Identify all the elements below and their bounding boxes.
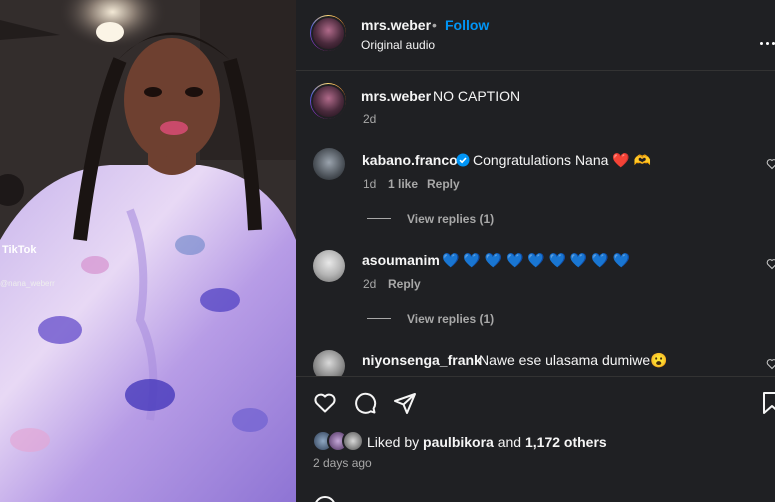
view-replies-button[interactable]: View replies (1) — [407, 312, 494, 326]
verified-badge-icon — [456, 153, 470, 167]
post-header: mrs.weber • Follow Original audio — [296, 0, 775, 71]
comment-text: Nawe ese ulasama dumiwe😮 — [479, 352, 668, 368]
comment-like-heart-icon[interactable] — [766, 258, 775, 270]
audio-label[interactable]: Original audio — [361, 38, 435, 52]
caption-author-avatar[interactable] — [310, 83, 346, 119]
emoji-icon[interactable] — [313, 495, 337, 502]
post-media[interactable]: TikTok @nana_weberr — [0, 0, 296, 502]
comment-likes[interactable]: 1 like — [388, 177, 418, 191]
comment-icon[interactable] — [353, 391, 377, 415]
share-icon[interactable] — [393, 391, 417, 415]
comment-avatar[interactable] — [313, 148, 345, 180]
comment-avatar[interactable] — [313, 250, 345, 282]
caption-username[interactable]: mrs.weber — [361, 88, 431, 104]
likes-user[interactable]: paulbikora — [423, 434, 494, 450]
comment-like-heart-icon[interactable] — [766, 158, 775, 170]
post-details-panel: mrs.weber • Follow Original audio mrs.we… — [296, 0, 775, 502]
follow-button[interactable]: Follow — [445, 17, 489, 33]
view-replies-button[interactable]: View replies (1) — [407, 212, 494, 226]
caption-time: 2d — [363, 112, 377, 126]
tiktok-watermark-user: @nana_weberr — [0, 279, 55, 288]
heart-icon[interactable] — [313, 391, 337, 415]
replies-line — [367, 218, 391, 219]
comment-text: Congratulations Nana ❤️ 🫶 — [473, 152, 652, 168]
comment-like-heart-icon[interactable] — [766, 358, 775, 370]
likes-prefix: Liked by — [367, 434, 420, 450]
replies-line — [367, 318, 391, 319]
post-time: 2 days ago — [313, 456, 372, 470]
likes-summary: Liked by paulbikora and 1,172 others — [367, 434, 607, 450]
comment-username[interactable]: niyonsenga_frank — [362, 352, 482, 368]
comment-time: 2d — [363, 277, 377, 291]
reply-button[interactable]: Reply — [427, 177, 460, 191]
comment-username[interactable]: kabano.franco — [362, 152, 458, 168]
reply-button[interactable]: Reply — [388, 277, 421, 291]
author-avatar[interactable] — [310, 15, 346, 51]
likes-others[interactable]: 1,172 others — [525, 434, 607, 450]
comment-time: 1d — [363, 177, 377, 191]
likes-and: and — [497, 434, 522, 450]
comment-text: 💙 💙 💙 💙 💙 💙 💙 💙 💙 — [442, 252, 631, 268]
post-actions-bar: Liked by paulbikora and 1,172 others 2 d… — [296, 376, 775, 502]
header-separator: • — [432, 17, 437, 33]
bookmark-icon[interactable] — [760, 391, 775, 415]
comment-username[interactable]: asoumanim — [362, 252, 440, 268]
more-options-icon[interactable] — [758, 32, 775, 50]
caption-text: NO CAPTION — [433, 88, 521, 104]
post-video-frame — [0, 0, 296, 502]
liker-avatar[interactable] — [342, 430, 364, 452]
tiktok-watermark: TikTok — [2, 244, 37, 256]
author-username[interactable]: mrs.weber — [361, 17, 431, 33]
